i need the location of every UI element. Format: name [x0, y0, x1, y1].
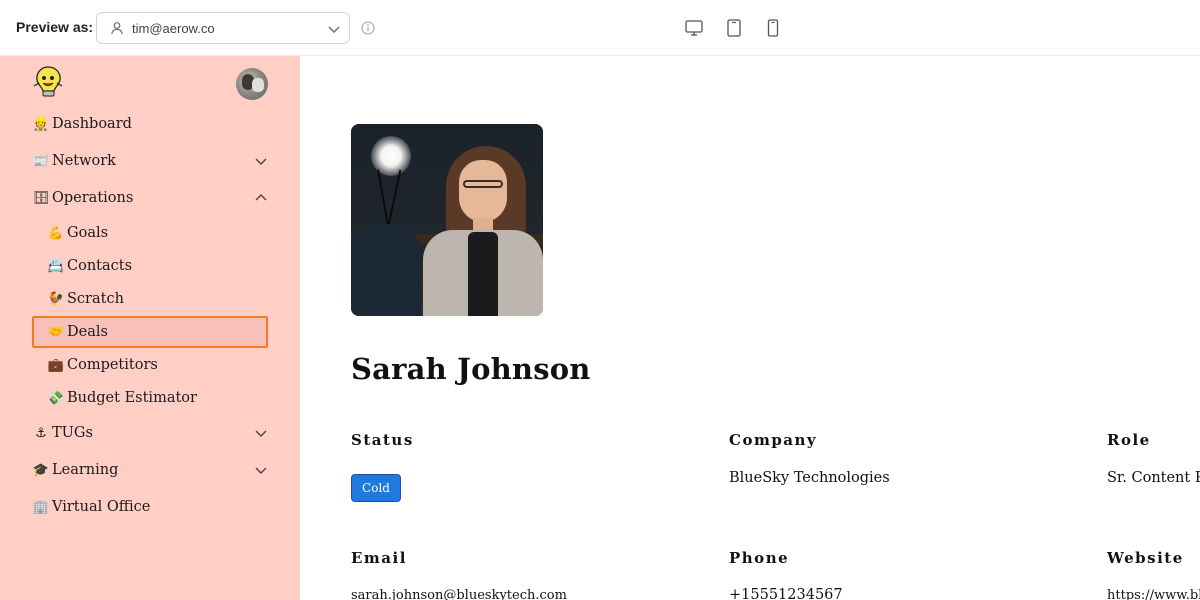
- role-value: Sr. Content Pl: [1107, 470, 1200, 486]
- sidebar-item-network[interactable]: 📰 Network: [32, 146, 268, 176]
- preview-user-value: tim@aerow.co: [132, 21, 215, 36]
- briefcase-emoji-icon: 💼: [47, 357, 65, 373]
- rooster-emoji-icon: 🐓: [47, 291, 65, 307]
- sidebar: 👷 Dashboard 📰 Network 🗄 Operations 💪 Goa…: [0, 56, 300, 600]
- sidebar-item-deals[interactable]: 🤝 Deals: [32, 316, 268, 348]
- card-index-emoji-icon: 📇: [47, 258, 65, 274]
- status-label: Status: [351, 431, 414, 449]
- sidebar-item-label: Deals: [67, 324, 108, 340]
- chevron-down-icon: [255, 430, 267, 437]
- money-wings-emoji-icon: 💸: [47, 390, 65, 406]
- sidebar-item-label: Budget Estimator: [67, 390, 197, 406]
- sidebar-item-operations[interactable]: 🗄 Operations: [32, 183, 268, 213]
- preview-as-label: Preview as:: [16, 19, 94, 35]
- tablet-view-icon[interactable]: [724, 18, 744, 38]
- mobile-view-icon[interactable]: [763, 18, 783, 38]
- role-label: Role: [1107, 431, 1151, 449]
- website-label: Website: [1107, 549, 1184, 567]
- sidebar-item-label: Operations: [52, 190, 134, 206]
- sidebar-item-competitors[interactable]: 💼 Competitors: [47, 350, 267, 380]
- chevron-down-icon: [328, 26, 340, 33]
- sidebar-item-budget-estimator[interactable]: 💸 Budget Estimator: [47, 383, 267, 413]
- phone-value[interactable]: +15551234567: [729, 587, 843, 600]
- sidebar-item-tugs[interactable]: ⚓ TUGs: [32, 418, 268, 448]
- sidebar-item-label: Goals: [67, 225, 109, 241]
- sidebar-item-label: Network: [52, 153, 116, 169]
- contact-photo: [351, 124, 543, 316]
- sidebar-item-label: Competitors: [67, 357, 158, 373]
- sidebar-item-learning[interactable]: 🎓 Learning: [32, 455, 268, 485]
- builder-emoji-icon: 👷: [32, 116, 50, 132]
- preview-user-select[interactable]: tim@aerow.co: [96, 12, 350, 44]
- graduation-cap-emoji-icon: 🎓: [32, 462, 50, 478]
- email-value[interactable]: sarah.johnson@blueskytech.com: [351, 588, 567, 600]
- flexed-biceps-emoji-icon: 💪: [47, 225, 65, 241]
- sidebar-item-label: Contacts: [67, 258, 133, 274]
- office-building-emoji-icon: 🏢: [32, 499, 50, 515]
- lightbulb-logo-icon[interactable]: [30, 64, 66, 100]
- chevron-down-icon: [255, 158, 267, 165]
- sidebar-item-contacts[interactable]: 📇 Contacts: [47, 251, 267, 281]
- chevron-up-icon: [255, 194, 267, 201]
- chevron-down-icon: [255, 467, 267, 474]
- contact-name: Sarah Johnson: [351, 352, 591, 386]
- phone-label: Phone: [729, 549, 790, 567]
- user-avatar[interactable]: [236, 68, 268, 100]
- user-icon: [111, 22, 123, 35]
- anchor-emoji-icon: ⚓: [35, 425, 47, 441]
- sidebar-item-goals[interactable]: 💪 Goals: [47, 218, 267, 248]
- handshake-emoji-icon: 🤝: [47, 324, 65, 340]
- company-label: Company: [729, 431, 818, 449]
- company-value: BlueSky Technologies: [729, 470, 890, 486]
- sidebar-item-virtual-office[interactable]: 🏢 Virtual Office: [32, 492, 268, 522]
- sidebar-item-scratch[interactable]: 🐓 Scratch: [47, 284, 267, 314]
- desktop-view-icon[interactable]: [684, 18, 704, 38]
- preview-toolbar: Preview as: tim@aerow.co: [0, 0, 1200, 56]
- sidebar-item-label: TUGs: [52, 425, 93, 441]
- sidebar-item-dashboard[interactable]: 👷 Dashboard: [32, 109, 268, 139]
- sidebar-item-label: Learning: [52, 462, 119, 478]
- newspaper-emoji-icon: 📰: [32, 153, 50, 169]
- sidebar-item-label: Virtual Office: [52, 499, 151, 515]
- sidebar-item-label: Dashboard: [52, 116, 132, 132]
- sidebar-item-label: Scratch: [67, 291, 124, 307]
- info-icon[interactable]: [361, 21, 375, 35]
- website-value[interactable]: https://www.bl: [1107, 588, 1200, 600]
- status-badge[interactable]: Cold: [351, 474, 401, 502]
- email-label: Email: [351, 549, 407, 567]
- cabinet-emoji-icon: 🗄: [32, 190, 50, 206]
